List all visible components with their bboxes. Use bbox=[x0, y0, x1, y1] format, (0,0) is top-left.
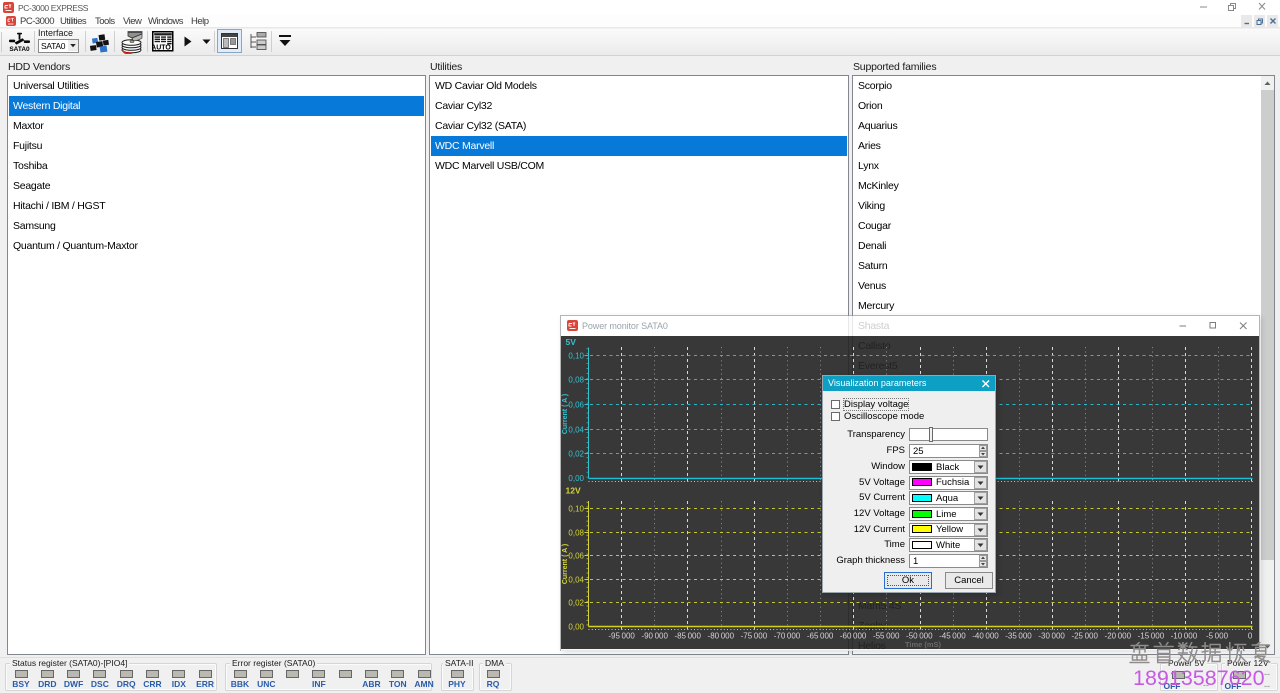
svg-text:-85 000: -85 000 bbox=[674, 632, 701, 641]
svg-text:0,02: 0,02 bbox=[568, 598, 584, 607]
svg-text:Current ( A ): Current ( A ) bbox=[562, 544, 569, 584]
svg-text:Time (mS): Time (mS) bbox=[905, 640, 942, 649]
svg-text:-15 000: -15 000 bbox=[1138, 632, 1165, 641]
svg-text:-75 000: -75 000 bbox=[741, 632, 768, 641]
svg-text:-70 000: -70 000 bbox=[774, 632, 801, 641]
svg-text:-55 000: -55 000 bbox=[873, 632, 900, 641]
svg-text:-45 000: -45 000 bbox=[939, 632, 966, 641]
svg-text:12V: 12V bbox=[566, 486, 581, 496]
svg-text:5V: 5V bbox=[566, 337, 577, 347]
svg-text:0,06: 0,06 bbox=[568, 551, 584, 560]
svg-text:0: 0 bbox=[1248, 632, 1253, 641]
svg-text:-65 000: -65 000 bbox=[807, 632, 834, 641]
svg-text:Current ( A ): Current ( A ) bbox=[562, 394, 569, 434]
svg-text:0,00: 0,00 bbox=[568, 622, 584, 631]
svg-text:-10 000: -10 000 bbox=[1171, 632, 1198, 641]
svg-text:0,02: 0,02 bbox=[568, 449, 584, 458]
svg-text:0,04: 0,04 bbox=[568, 575, 584, 584]
svg-text:-5 000: -5 000 bbox=[1206, 632, 1229, 641]
svg-text:0,10: 0,10 bbox=[568, 351, 584, 360]
svg-text:0,08: 0,08 bbox=[568, 375, 584, 384]
svg-text:0,06: 0,06 bbox=[568, 400, 584, 409]
svg-text:-40 000: -40 000 bbox=[972, 632, 999, 641]
svg-text:-30 000: -30 000 bbox=[1038, 632, 1065, 641]
svg-text:-20 000: -20 000 bbox=[1105, 632, 1132, 641]
svg-text:AUTO: AUTO bbox=[152, 45, 171, 52]
svg-text:-90 000: -90 000 bbox=[641, 632, 668, 641]
svg-text:-35 000: -35 000 bbox=[1005, 632, 1032, 641]
svg-text:-60 000: -60 000 bbox=[840, 632, 867, 641]
svg-text:-25 000: -25 000 bbox=[1071, 632, 1098, 641]
svg-text:0,08: 0,08 bbox=[568, 528, 584, 537]
svg-text:0,04: 0,04 bbox=[568, 425, 584, 434]
svg-text:0,10: 0,10 bbox=[568, 504, 584, 513]
svg-text:-95 000: -95 000 bbox=[608, 632, 635, 641]
svg-text:SATA0: SATA0 bbox=[9, 46, 30, 53]
svg-text:-80 000: -80 000 bbox=[708, 632, 735, 641]
svg-text:0,00: 0,00 bbox=[568, 474, 584, 483]
